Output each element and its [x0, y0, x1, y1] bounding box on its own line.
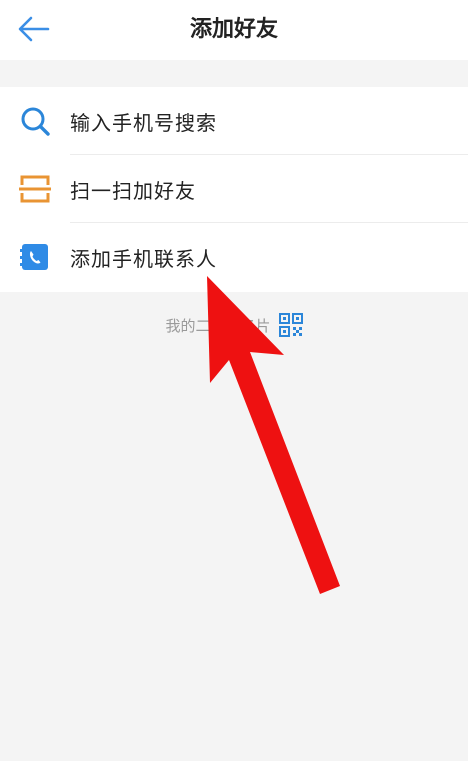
scan-icon — [19, 175, 51, 203]
add-friend-menu: 输入手机号搜索 扫一扫加好友 添加手机联系人 — [0, 87, 468, 292]
search-icon — [21, 107, 50, 136]
page-title: 添加好友 — [189, 17, 278, 42]
qr-code-icon — [278, 313, 303, 337]
menu-item-label: 添加手机联系人 — [70, 246, 217, 271]
header-bar: 添加好友 — [0, 0, 468, 60]
menu-item-label: 扫一扫加好友 — [70, 178, 196, 203]
phone-contacts-icon — [20, 244, 48, 270]
menu-item-label: 输入手机号搜索 — [70, 110, 217, 135]
menu-item-phone-contacts[interactable]: 添加手机联系人 — [0, 223, 468, 291]
qr-card-label: 我的二维码名片 — [165, 316, 271, 335]
menu-item-search-phone[interactable]: 输入手机号搜索 — [0, 87, 468, 155]
menu-item-scan[interactable]: 扫一扫加好友 — [0, 155, 468, 223]
my-qr-card-link[interactable]: 我的二维码名片 — [0, 308, 468, 342]
